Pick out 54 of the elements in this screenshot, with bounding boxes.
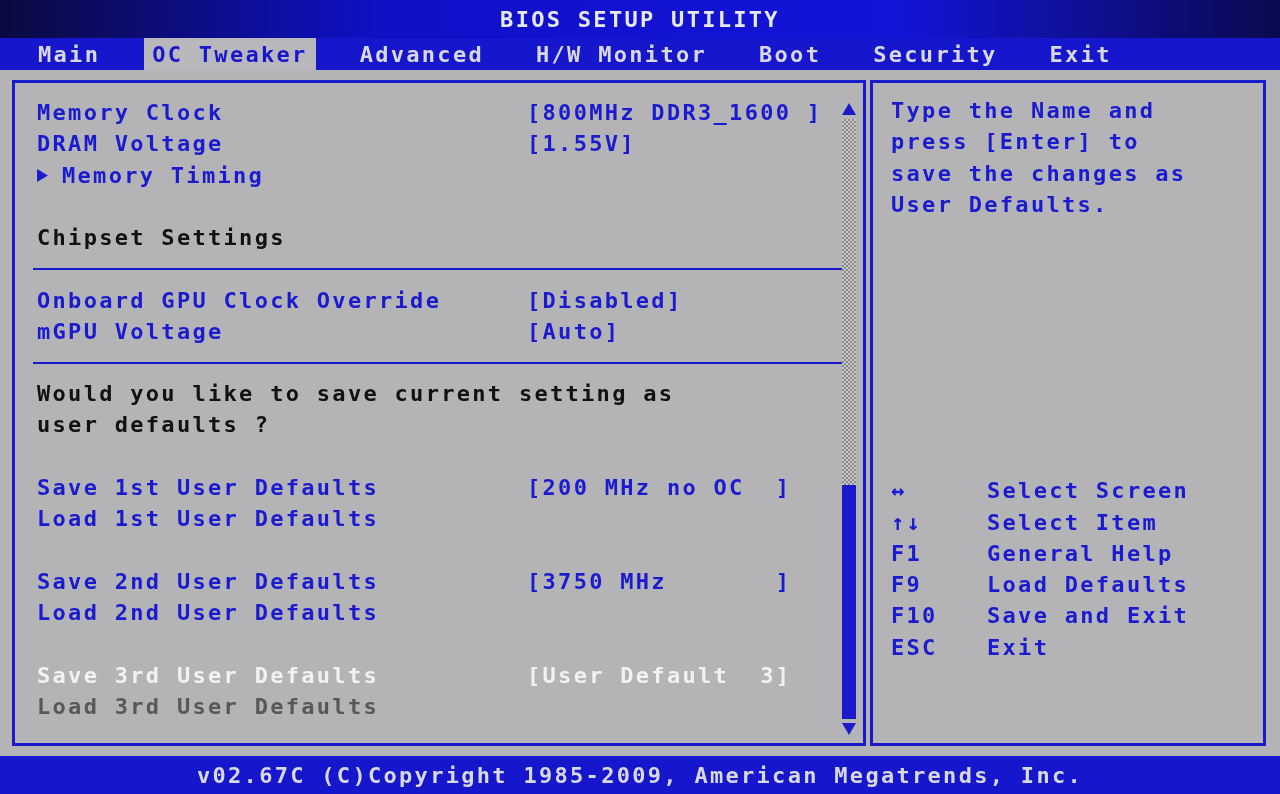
- setting-label: Save 2nd User Defaults: [37, 569, 379, 594]
- menu-tab[interactable]: Exit: [1041, 38, 1120, 70]
- key-label: ↔: [891, 477, 908, 506]
- menu-tab[interactable]: Main: [30, 38, 109, 70]
- setting-label: mGPU Voltage: [37, 318, 224, 344]
- setting-row[interactable]: Load 1st User Defaults: [37, 503, 841, 535]
- key-label: F10: [891, 602, 939, 631]
- setting-label: Save 3rd User Defaults: [37, 662, 379, 688]
- setting-row[interactable]: Memory Clock [800MHz DDR3_1600 ]: [37, 97, 841, 129]
- menu-tab[interactable]: Advanced: [351, 38, 492, 70]
- setting-label: Memory Clock: [37, 100, 224, 126]
- setting-label: Load 2nd User Defaults: [37, 600, 379, 626]
- copyright-text: v02.67C (C)Copyright 1985-2009, American Megatrends, Inc.: [196, 762, 1084, 788]
- setting-row[interactable]: Memory Timing: [37, 159, 841, 191]
- menu-tab[interactable]: OC Tweaker: [144, 38, 316, 70]
- key-action: Select Screen: [987, 477, 1191, 506]
- key-action: Exit: [987, 633, 1051, 662]
- submenu-arrow-icon: [37, 168, 48, 182]
- help-text: Type the Name and press [Enter] to save the changes as User Defaults.: [891, 97, 1188, 219]
- setting-value: [Disabled]: [527, 287, 683, 313]
- key-label: ESC: [891, 633, 939, 662]
- setting-row[interactable]: Save 1st User Defaults [200 MHz no OC ]: [37, 471, 841, 504]
- setting-label: DRAM Voltage: [37, 131, 224, 157]
- key-label: F9: [891, 571, 924, 600]
- setting-value: [1.55V]: [527, 131, 636, 157]
- key-action: Select Item: [987, 508, 1159, 537]
- key-action: General Help: [987, 539, 1175, 568]
- key-action: Save and Exit: [987, 602, 1191, 631]
- setting-label: Onboard GPU Clock Override: [37, 287, 442, 313]
- setting-row[interactable]: Save 2nd User Defaults [3750 MHz ]: [37, 565, 841, 598]
- key-label: F1: [891, 539, 924, 568]
- setting-label: Save 1st User Defaults: [37, 475, 379, 501]
- setting-value: [200 MHz no OC ]: [527, 475, 792, 501]
- window-title: BIOS SETUP UTILITY: [500, 6, 780, 32]
- setting-row[interactable]: Onboard GPU Clock Override [Disabled]: [37, 284, 841, 316]
- menu-tab[interactable]: Boot: [751, 38, 830, 70]
- key-label: ↑↓: [891, 508, 924, 537]
- key-action: Load Defaults: [987, 571, 1191, 600]
- scroll-down-icon[interactable]: [842, 723, 856, 735]
- prompt-text: Would you like to save current setting as user defaults ?: [37, 380, 676, 440]
- menu-tab[interactable]: Security: [865, 38, 1006, 70]
- setting-label: Memory Timing: [62, 162, 265, 188]
- setting-label: Load 1st User Defaults: [37, 506, 379, 532]
- setting-row[interactable]: DRAM Voltage [1.55V]: [37, 128, 841, 160]
- scroll-up-icon[interactable]: [842, 103, 856, 115]
- setting-label: Load 3rd User Defaults: [37, 694, 379, 720]
- setting-row[interactable]: mGPU Voltage [Auto]: [37, 315, 841, 348]
- section-heading: Chipset Settings: [37, 225, 286, 251]
- setting-value: [User Default 3]: [527, 662, 792, 688]
- setting-row[interactable]: Load 2nd User Defaults: [37, 597, 841, 629]
- setting-value: [800MHz DDR3_1600 ]: [527, 100, 823, 126]
- menu-tab[interactable]: H/W Monitor: [528, 38, 715, 70]
- setting-value: [3750 MHz ]: [527, 569, 792, 594]
- setting-value: [Auto]: [527, 318, 621, 344]
